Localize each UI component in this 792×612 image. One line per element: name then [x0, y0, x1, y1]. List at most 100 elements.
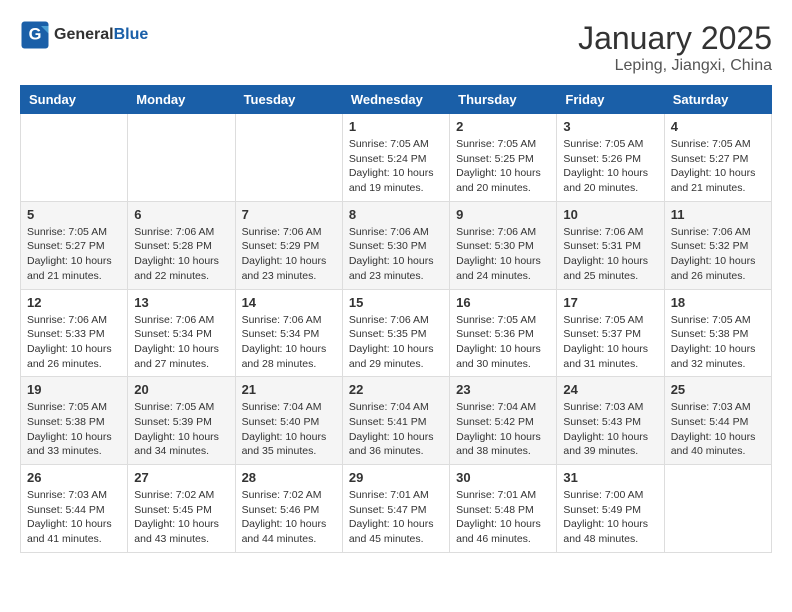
calendar-day-30: 30Sunrise: 7:01 AM Sunset: 5:48 PM Dayli… [450, 465, 557, 553]
day-info: Sunrise: 7:03 AM Sunset: 5:44 PM Dayligh… [671, 400, 765, 459]
calendar-day-25: 25 Sunrise: 7:03 AM Sunset: 5:44 PM Dayli… [664, 377, 771, 465]
day-number: 16 [456, 295, 550, 310]
calendar-day-10: 10 Sunrise: 7:06 AM Sunset: 5:31 PM Dayli… [557, 201, 664, 289]
calendar-day-23: 23 Sunrise: 7:04 AM Sunset: 5:42 PM Dayli… [450, 377, 557, 465]
month-title: January 2025 [578, 20, 772, 57]
day-info: Sunrise: 7:05 AM Sunset: 5:25 PM Dayligh… [456, 137, 550, 196]
day-info: Sunrise: 7:06 AM Sunset: 5:30 PM Dayligh… [456, 225, 550, 284]
calendar-day-8: 8 Sunrise: 7:06 AM Sunset: 5:30 PM Daylig… [342, 201, 449, 289]
day-number: 15 [349, 295, 443, 310]
title-block: January 2025 Leping, Jiangxi, China [578, 20, 772, 75]
calendar-day-2: 2 Sunrise: 7:05 AM Sunset: 5:25 PM Daylig… [450, 114, 557, 202]
day-info: Sunrise: 7:06 AM Sunset: 5:34 PM Dayligh… [134, 313, 228, 372]
day-number: 18 [671, 295, 765, 310]
day-info: Sunrise: 7:00 AM Sunset: 5:49 PM Dayligh… [563, 488, 657, 547]
calendar-day-16: 16 Sunrise: 7:05 AM Sunset: 5:36 PM Dayli… [450, 289, 557, 377]
day-number: 7 [242, 207, 336, 222]
logo-general-text: General [54, 26, 114, 43]
day-number: 1 [349, 119, 443, 134]
day-number: 29 [349, 470, 443, 485]
day-number: 11 [671, 207, 765, 222]
logo-text: GeneralBlue [54, 26, 148, 44]
weekday-header-saturday: Saturday [664, 86, 771, 114]
day-number: 14 [242, 295, 336, 310]
calendar-week-row: 19 Sunrise: 7:05 AM Sunset: 5:38 PM Dayli… [21, 377, 772, 465]
day-number: 5 [27, 207, 121, 222]
weekday-header-monday: Monday [128, 86, 235, 114]
day-number: 8 [349, 207, 443, 222]
calendar-day-1: 1 Sunrise: 7:05 AM Sunset: 5:24 PM Daylig… [342, 114, 449, 202]
day-info: Sunrise: 7:05 AM Sunset: 5:36 PM Dayligh… [456, 313, 550, 372]
day-number: 3 [563, 119, 657, 134]
weekday-header-tuesday: Tuesday [235, 86, 342, 114]
day-info: Sunrise: 7:04 AM Sunset: 5:41 PM Dayligh… [349, 400, 443, 459]
calendar-day-29: 29Sunrise: 7:01 AM Sunset: 5:47 PM Dayli… [342, 465, 449, 553]
day-info: Sunrise: 7:05 AM Sunset: 5:39 PM Dayligh… [134, 400, 228, 459]
day-info: Sunrise: 7:06 AM Sunset: 5:35 PM Dayligh… [349, 313, 443, 372]
calendar-week-row: 26Sunrise: 7:03 AM Sunset: 5:44 PM Dayli… [21, 465, 772, 553]
calendar-day-13: 13 Sunrise: 7:06 AM Sunset: 5:34 PM Dayli… [128, 289, 235, 377]
day-info: Sunrise: 7:05 AM Sunset: 5:37 PM Dayligh… [563, 313, 657, 372]
calendar-day-3: 3Sunrise: 7:05 AM Sunset: 5:26 PM Daylig… [557, 114, 664, 202]
day-number: 21 [242, 382, 336, 397]
calendar-day-22: 22 Sunrise: 7:04 AM Sunset: 5:41 PM Dayli… [342, 377, 449, 465]
day-info: Sunrise: 7:04 AM Sunset: 5:40 PM Dayligh… [242, 400, 336, 459]
logo: G GeneralBlue [20, 20, 148, 50]
day-info: Sunrise: 7:06 AM Sunset: 5:33 PM Dayligh… [27, 313, 121, 372]
day-info: Sunrise: 7:06 AM Sunset: 5:30 PM Dayligh… [349, 225, 443, 284]
calendar-week-row: 12 Sunrise: 7:06 AM Sunset: 5:33 PM Dayli… [21, 289, 772, 377]
day-number: 19 [27, 382, 121, 397]
weekday-header-row: SundayMondayTuesdayWednesdayThursdayFrid… [21, 86, 772, 114]
day-info: Sunrise: 7:04 AM Sunset: 5:42 PM Dayligh… [456, 400, 550, 459]
day-number: 25 [671, 382, 765, 397]
calendar-day-20: 20Sunrise: 7:05 AM Sunset: 5:39 PM Dayli… [128, 377, 235, 465]
calendar-week-row: 1 Sunrise: 7:05 AM Sunset: 5:24 PM Daylig… [21, 114, 772, 202]
day-info: Sunrise: 7:02 AM Sunset: 5:45 PM Dayligh… [134, 488, 228, 547]
day-number: 12 [27, 295, 121, 310]
calendar-day-31: 31 Sunrise: 7:00 AM Sunset: 5:49 PM Dayli… [557, 465, 664, 553]
calendar-day-17: 17 Sunrise: 7:05 AM Sunset: 5:37 PM Dayli… [557, 289, 664, 377]
weekday-header-wednesday: Wednesday [342, 86, 449, 114]
calendar-day-26: 26Sunrise: 7:03 AM Sunset: 5:44 PM Dayli… [21, 465, 128, 553]
day-number: 17 [563, 295, 657, 310]
weekday-header-thursday: Thursday [450, 86, 557, 114]
day-number: 4 [671, 119, 765, 134]
day-number: 31 [563, 470, 657, 485]
day-info: Sunrise: 7:03 AM Sunset: 5:43 PM Dayligh… [563, 400, 657, 459]
day-info: Sunrise: 7:05 AM Sunset: 5:27 PM Dayligh… [27, 225, 121, 284]
logo-icon: G [20, 20, 50, 50]
weekday-header-sunday: Sunday [21, 86, 128, 114]
day-info: Sunrise: 7:06 AM Sunset: 5:29 PM Dayligh… [242, 225, 336, 284]
calendar-day-12: 12 Sunrise: 7:06 AM Sunset: 5:33 PM Dayli… [21, 289, 128, 377]
day-number: 27 [134, 470, 228, 485]
day-info: Sunrise: 7:06 AM Sunset: 5:32 PM Dayligh… [671, 225, 765, 284]
day-number: 23 [456, 382, 550, 397]
day-number: 9 [456, 207, 550, 222]
day-info: Sunrise: 7:06 AM Sunset: 5:28 PM Dayligh… [134, 225, 228, 284]
calendar-day-11: 11 Sunrise: 7:06 AM Sunset: 5:32 PM Dayli… [664, 201, 771, 289]
empty-cell [128, 114, 235, 202]
day-number: 10 [563, 207, 657, 222]
calendar-day-7: 7 Sunrise: 7:06 AM Sunset: 5:29 PM Daylig… [235, 201, 342, 289]
empty-cell [21, 114, 128, 202]
day-number: 2 [456, 119, 550, 134]
calendar-day-6: 6Sunrise: 7:06 AM Sunset: 5:28 PM Daylig… [128, 201, 235, 289]
day-info: Sunrise: 7:06 AM Sunset: 5:31 PM Dayligh… [563, 225, 657, 284]
day-number: 28 [242, 470, 336, 485]
calendar-week-row: 5 Sunrise: 7:05 AM Sunset: 5:27 PM Daylig… [21, 201, 772, 289]
day-info: Sunrise: 7:02 AM Sunset: 5:46 PM Dayligh… [242, 488, 336, 547]
day-number: 13 [134, 295, 228, 310]
calendar-day-18: 18Sunrise: 7:05 AM Sunset: 5:38 PM Dayli… [664, 289, 771, 377]
day-info: Sunrise: 7:05 AM Sunset: 5:38 PM Dayligh… [27, 400, 121, 459]
day-number: 22 [349, 382, 443, 397]
calendar-table: SundayMondayTuesdayWednesdayThursdayFrid… [20, 85, 772, 553]
weekday-header-friday: Friday [557, 86, 664, 114]
calendar-day-28: 28 Sunrise: 7:02 AM Sunset: 5:46 PM Dayli… [235, 465, 342, 553]
empty-cell [664, 465, 771, 553]
day-info: Sunrise: 7:06 AM Sunset: 5:34 PM Dayligh… [242, 313, 336, 372]
day-number: 30 [456, 470, 550, 485]
day-number: 26 [27, 470, 121, 485]
calendar-day-24: 24 Sunrise: 7:03 AM Sunset: 5:43 PM Dayli… [557, 377, 664, 465]
day-number: 24 [563, 382, 657, 397]
day-info: Sunrise: 7:05 AM Sunset: 5:24 PM Dayligh… [349, 137, 443, 196]
